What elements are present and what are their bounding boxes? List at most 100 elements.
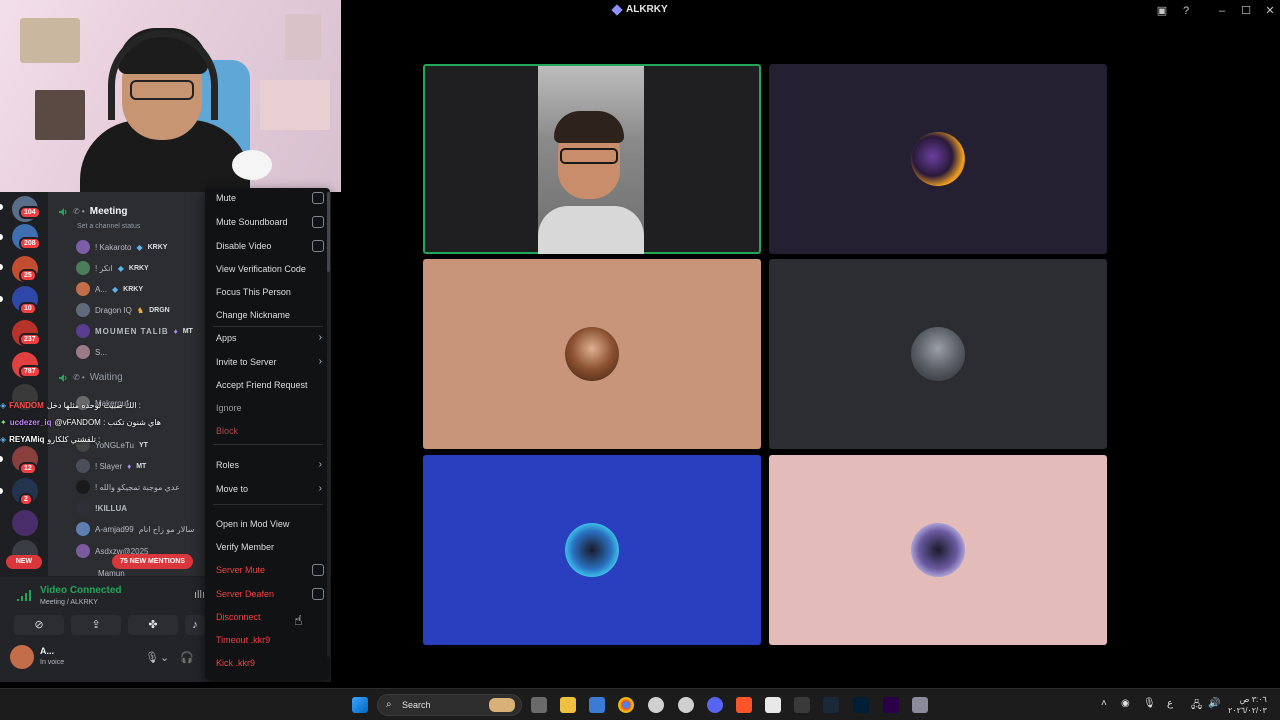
voice-member[interactable]: A... ◆ KRKY <box>76 280 143 298</box>
video-tile-avatar[interactable] <box>769 455 1107 645</box>
menu-item-view-verification-code[interactable]: View Verification Code <box>216 259 324 279</box>
file-explorer-icon[interactable] <box>560 697 576 713</box>
steam-icon[interactable] <box>823 697 839 713</box>
steelseries-icon[interactable] <box>678 697 694 713</box>
menu-item-disable-video[interactable]: Disable Video <box>216 236 324 256</box>
app-tray-icon[interactable]: ◉ <box>1121 698 1130 709</box>
checkbox[interactable] <box>312 240 324 252</box>
screen-share-button[interactable]: ⇪ <box>71 615 121 635</box>
volume-icon[interactable]: 🔊 <box>1208 698 1220 709</box>
network-icon[interactable]: 🖧 <box>1191 698 1202 715</box>
task-view-icon[interactable] <box>531 697 547 713</box>
voice-member[interactable]: Dragon IQ ♞ DRGN <box>76 301 170 319</box>
clock-time: ٣:٠٦ ص <box>1239 695 1267 704</box>
close-button[interactable]: ✕ <box>1263 4 1277 18</box>
checkbox[interactable] <box>312 564 324 576</box>
phone-icon: ✆ • <box>73 373 85 382</box>
clock-date: ٢٠٢٦/٠٢/٠٣ <box>1228 706 1267 715</box>
checkbox[interactable] <box>312 216 324 228</box>
menu-item-server-mute[interactable]: Server Mute <box>216 560 324 580</box>
voice-location[interactable]: Meeting / ALKRKY <box>40 599 98 606</box>
discord-icon[interactable] <box>707 697 723 713</box>
user-panel[interactable]: A... In voice 🎙 ⌄ 🎧 <box>10 643 210 671</box>
capcut-icon[interactable] <box>794 697 810 713</box>
menu-item-block[interactable]: Block <box>216 421 324 441</box>
menu-item-mute-soundboard[interactable]: Mute Soundboard <box>216 212 324 232</box>
voice-member[interactable]: MOUMEN TALIB ♦ MT <box>76 322 193 340</box>
taskbar-search[interactable]: ⌕ Search <box>377 694 522 716</box>
menu-item-label: Accept Friend Request <box>216 380 308 390</box>
chrome-icon[interactable] <box>618 697 634 713</box>
voice-member[interactable]: ! Kakaroto ◆ KRKY <box>76 238 167 256</box>
photoshop-icon[interactable] <box>853 697 869 713</box>
avatar <box>76 522 90 536</box>
menu-item-move-to[interactable]: Move to › <box>216 479 324 499</box>
menu-item-server-deafen[interactable]: Server Deafen <box>216 584 324 604</box>
start-button[interactable] <box>352 697 368 713</box>
checkbox[interactable] <box>312 192 324 204</box>
brave-icon[interactable] <box>736 697 752 713</box>
maximize-button[interactable]: ☐ <box>1239 4 1253 18</box>
voice-channel-waiting[interactable]: ✆ • Waiting <box>58 372 123 383</box>
screen-share-icon[interactable]: ▣ <box>1155 4 1169 18</box>
app-icon[interactable] <box>648 697 664 713</box>
minimize-button[interactable]: – <box>1215 4 1229 18</box>
activities-button[interactable]: ✤ <box>128 615 178 635</box>
avatar <box>76 240 90 254</box>
voice-channel-meeting[interactable]: ✆ • Meeting <box>58 206 128 217</box>
voice-member[interactable]: ! عدي موجبة تمجيكو والله <box>76 478 180 496</box>
clock[interactable]: ٣:٠٦ ص ٢٠٢٦/٠٢/٠٣ <box>1228 694 1267 716</box>
menu-scrollbar-thumb[interactable] <box>327 192 330 272</box>
video-tile-avatar[interactable] <box>769 64 1107 254</box>
member-name: S... <box>95 347 108 357</box>
chevron-right-icon: › <box>318 459 322 470</box>
menu-item-open-mod-view[interactable]: Open in Mod View <box>216 514 324 534</box>
search-icon: ⌕ <box>386 699 392 710</box>
voice-status[interactable]: Video Connected <box>40 585 122 596</box>
microphone-icon[interactable]: 🎙 <box>1143 698 1156 709</box>
premiere-icon[interactable] <box>883 697 899 713</box>
voice-member[interactable]: S... <box>76 343 107 361</box>
app-icon[interactable] <box>765 697 781 713</box>
video-tile-avatar[interactable] <box>769 259 1107 449</box>
menu-item-apps[interactable]: Apps › <box>216 328 324 348</box>
menu-item-mute[interactable]: Mute <box>216 188 324 208</box>
avatar <box>76 303 90 317</box>
menu-item-accept-friend-request[interactable]: Accept Friend Request <box>216 375 324 395</box>
chevron-up-icon[interactable]: ˄ <box>1101 698 1107 709</box>
channel-status-input[interactable]: Set a channel status <box>77 223 140 230</box>
app-icon[interactable] <box>912 697 928 713</box>
menu-item-invite-to-server[interactable]: Invite to Server › <box>216 352 324 372</box>
menu-item-ignore[interactable]: Ignore <box>216 398 324 418</box>
voice-member[interactable]: !KILLUA <box>76 499 127 517</box>
checkbox[interactable] <box>312 588 324 600</box>
soundboard-button[interactable]: ♪ <box>185 615 205 635</box>
title-bar: ALKRKY ▣ ? – ☐ ✕ <box>341 0 1280 22</box>
voice-member[interactable]: A-amjad99 سالار مو زاح انام <box>76 520 194 538</box>
menu-item-verify-member[interactable]: Verify Member <box>216 537 324 557</box>
menu-item-timeout[interactable]: Timeout .kkr9 <box>216 630 324 650</box>
menu-item-disconnect[interactable]: Disconnect <box>216 607 324 627</box>
server-icon[interactable] <box>12 510 38 536</box>
menu-item-change-nickname[interactable]: Change Nickname <box>216 305 324 325</box>
microphone-icon[interactable]: 🎙 <box>145 651 159 664</box>
camera-off-button[interactable]: ⊘ <box>14 615 64 635</box>
video-tile-avatar[interactable] <box>423 455 761 645</box>
signal-icon[interactable] <box>16 587 32 603</box>
noise-suppression-icon[interactable]: ıllı <box>194 589 205 601</box>
new-mentions-pill[interactable]: 75 NEW MENTIONS <box>112 554 193 569</box>
menu-item-focus-person[interactable]: Focus This Person <box>216 282 324 302</box>
language-indicator[interactable]: ع <box>1167 698 1173 709</box>
voice-member[interactable]: ! Slayer ♦ MT <box>76 457 146 475</box>
new-unreads-pill[interactable]: NEW <box>6 555 42 569</box>
video-tile-avatar[interactable] <box>423 259 761 449</box>
video-tile-camera[interactable] <box>423 64 761 254</box>
store-icon[interactable] <box>589 697 605 713</box>
headphones-icon[interactable]: 🎧 <box>180 651 194 664</box>
menu-item-roles[interactable]: Roles › <box>216 455 324 475</box>
menu-item-kick[interactable]: Kick .kkr9 <box>216 653 324 673</box>
help-icon[interactable]: ? <box>1179 4 1193 18</box>
voice-member[interactable]: ! اتكر ◆ KRKY <box>76 259 149 277</box>
chevron-down-icon[interactable]: ⌄ <box>160 651 169 664</box>
member-tag: MT <box>182 327 193 335</box>
